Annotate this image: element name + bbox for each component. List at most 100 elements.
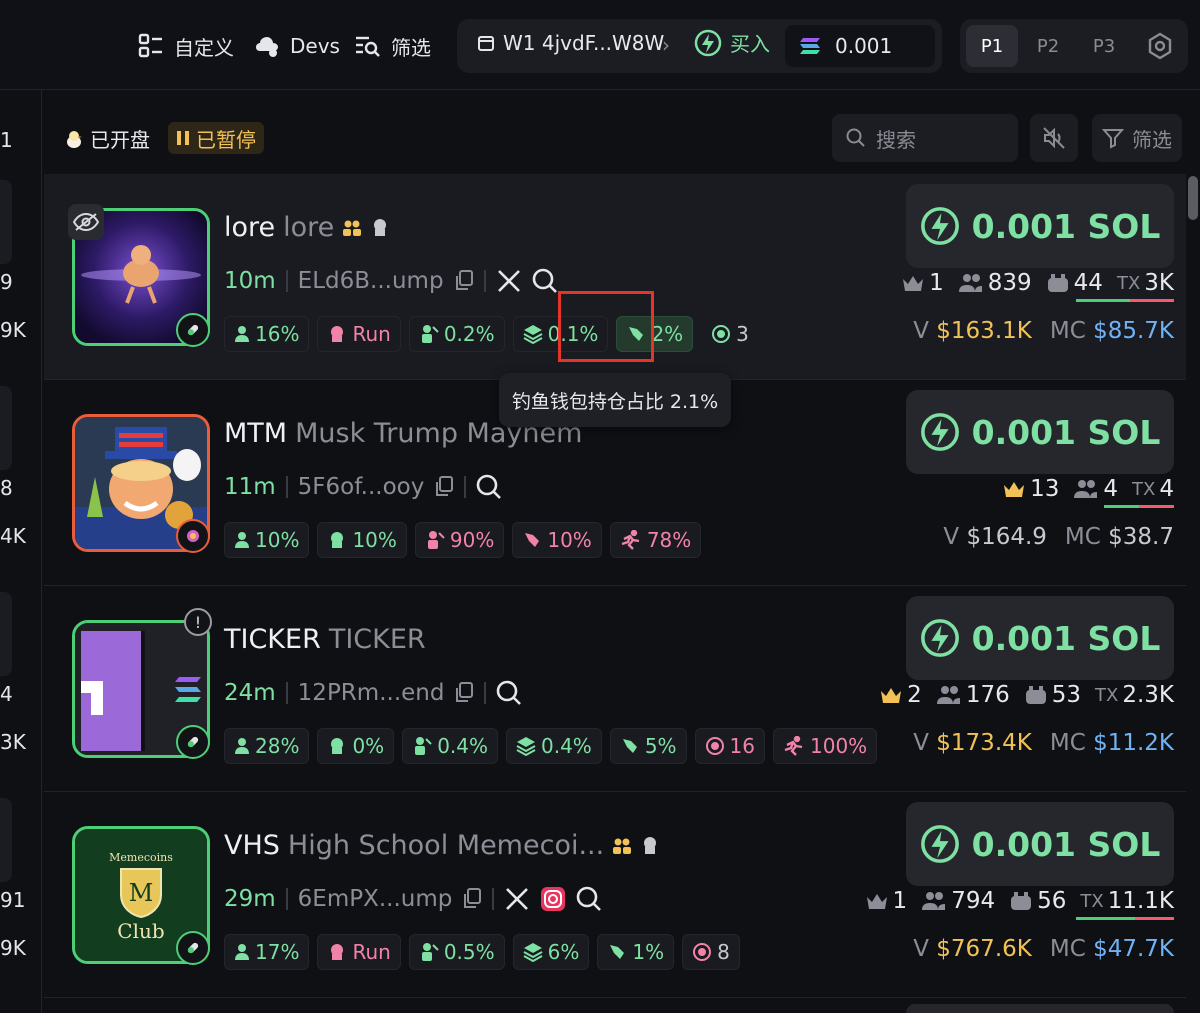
- filter-top-label: 筛选: [391, 35, 431, 60]
- token-ticker: VHS: [224, 830, 280, 861]
- preset-p3[interactable]: P3: [1078, 25, 1130, 67]
- x-twitter-icon[interactable]: [496, 268, 522, 294]
- stat-snipers[interactable]: 0.2%: [408, 316, 505, 352]
- token-card-ticker[interactable]: ! TICKER TICKER 24m 12PRm...end 28% 0% 0…: [44, 586, 1186, 792]
- copy-icon[interactable]: [434, 476, 454, 498]
- divider: [492, 888, 495, 910]
- search-icon[interactable]: [532, 268, 558, 294]
- token-card-vhs[interactable]: Memecoins M Club VHS High School Memecoi…: [44, 792, 1186, 998]
- contract-address[interactable]: 6EmPX...ump: [298, 886, 453, 912]
- stat-phishing[interactable]: 1%: [597, 934, 675, 970]
- stat-phishing[interactable]: 5%: [609, 728, 687, 764]
- status-paused-badge[interactable]: 已暂停: [168, 122, 264, 154]
- stat-snipers[interactable]: 90%: [414, 522, 505, 558]
- contract-address[interactable]: 5F6of...ooy: [298, 474, 425, 500]
- copy-icon[interactable]: [462, 888, 482, 910]
- filter-button[interactable]: 筛选: [1092, 114, 1182, 162]
- preset-p1[interactable]: P1: [966, 25, 1018, 67]
- search-icon[interactable]: [576, 886, 602, 912]
- mcap-value: $47.7K: [1093, 936, 1174, 962]
- copy-icon[interactable]: [454, 682, 474, 704]
- stat-top10[interactable]: 17%: [224, 934, 310, 970]
- stat-dev[interactable]: Run: [317, 316, 401, 352]
- instagram-icon[interactable]: [540, 886, 566, 912]
- mcap-label: MC: [1049, 318, 1086, 344]
- hide-token-button[interactable]: [68, 204, 104, 240]
- settings-button[interactable]: [1134, 25, 1186, 67]
- buy-amount-input[interactable]: 0.001: [785, 25, 935, 67]
- token-list-panel: 已开盘 已暂停 搜索 筛选 lore lore 10m ELd6B...ump …: [44, 90, 1200, 1013]
- bots-value: 53: [1051, 682, 1081, 708]
- scrollbar-thumb[interactable]: [1188, 176, 1198, 220]
- stat-top10[interactable]: 28%: [224, 728, 310, 764]
- kings-value: 13: [1030, 476, 1060, 502]
- holders-count: 176: [936, 682, 1010, 708]
- holder-stats: 13 4 TX 4: [1002, 476, 1174, 508]
- buy-button[interactable]: 买入: [694, 28, 770, 57]
- mute-button[interactable]: [1030, 114, 1078, 162]
- search-icon[interactable]: [476, 474, 502, 500]
- stat-top10[interactable]: 16%: [224, 316, 310, 352]
- stat-phishing[interactable]: 10%: [512, 522, 602, 558]
- preset-p2[interactable]: P2: [1022, 25, 1074, 67]
- stat-watchers[interactable]: 16: [694, 728, 765, 764]
- user-icon: [234, 325, 250, 343]
- gear-icon: [1146, 32, 1174, 60]
- stat-dev[interactable]: 0%: [317, 728, 395, 764]
- divider: [285, 476, 288, 498]
- stat-dev[interactable]: Run: [317, 934, 401, 970]
- robot-icon: [1009, 891, 1033, 911]
- tx-value: 3K: [1144, 270, 1174, 296]
- mcap-label: MC: [1049, 730, 1086, 756]
- stat-value: Run: [352, 940, 391, 964]
- token-ticker: lore: [224, 212, 276, 243]
- quick-buy-button[interactable]: 0.001 SOL: [906, 184, 1174, 268]
- quick-buy-button[interactable]: 0.001 SOL: [906, 390, 1174, 474]
- stat-value: 0.5%: [443, 940, 495, 964]
- stat-snipers[interactable]: 0.4%: [402, 728, 498, 764]
- robot-icon: [1046, 273, 1070, 293]
- search-icon: [846, 128, 866, 148]
- dev-team-icon: [612, 837, 632, 855]
- filter-top-button[interactable]: 筛选: [355, 30, 431, 62]
- stat-value: 16%: [255, 322, 300, 346]
- scrollbar[interactable]: [1188, 176, 1198, 1013]
- stat-runner[interactable]: 100%: [773, 728, 878, 764]
- stat-runner[interactable]: 78%: [609, 522, 702, 558]
- x-twitter-icon[interactable]: [504, 886, 530, 912]
- stat-value: 10%: [547, 528, 592, 552]
- stat-dev[interactable]: 10%: [317, 522, 407, 558]
- customize-button[interactable]: 自定义: [138, 30, 234, 62]
- divider: [285, 888, 288, 910]
- sniper-icon: [419, 324, 439, 344]
- stat-value: 5%: [644, 734, 677, 758]
- stat-bundle[interactable]: 0.4%: [506, 728, 602, 764]
- stat-snipers[interactable]: 0.5%: [408, 934, 505, 970]
- tx-count: TX 2.3K: [1095, 682, 1174, 708]
- contract-address[interactable]: 12PRm...end: [298, 680, 445, 706]
- stat-bundle[interactable]: 6%: [512, 934, 590, 970]
- copy-icon[interactable]: [454, 270, 474, 292]
- devs-button[interactable]: Devs: [254, 30, 340, 62]
- pill-icon: [176, 725, 210, 759]
- quick-buy-button[interactable]: 0.001 SOL: [906, 802, 1174, 886]
- stat-value: 16: [729, 734, 755, 758]
- chick-icon: [64, 129, 84, 149]
- dev-team-icon: [342, 219, 362, 237]
- fish-hook-icon: [607, 942, 627, 962]
- stat-watchers[interactable]: 8: [682, 934, 740, 970]
- quick-buy-button[interactable]: 0.001 SOL: [906, 596, 1174, 680]
- status-open[interactable]: 已开盘: [64, 124, 150, 153]
- running-person-icon: [620, 530, 642, 550]
- stat-value: 2%: [651, 322, 684, 346]
- wallet-selector[interactable]: W1 4jvdF...W8W › 买入 0.001: [457, 19, 942, 73]
- stat-watchers[interactable]: 3: [701, 316, 759, 352]
- buy-sell-bar: [1076, 917, 1174, 920]
- customize-label: 自定义: [174, 35, 234, 60]
- contract-address[interactable]: ELd6B...ump: [298, 268, 444, 294]
- search-icon[interactable]: [496, 680, 522, 706]
- stat-top10[interactable]: 10%: [224, 522, 310, 558]
- preset-group: P1 P2 P3: [960, 19, 1188, 73]
- search-input[interactable]: 搜索: [832, 114, 1018, 162]
- stat-value: 0.4%: [437, 734, 488, 758]
